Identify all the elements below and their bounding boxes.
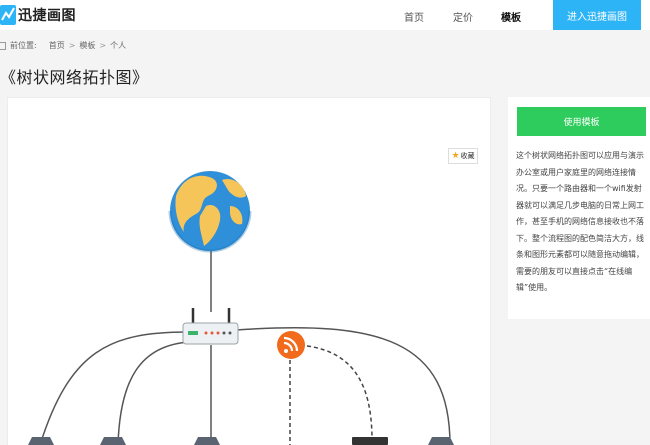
router-link-2 bbox=[117, 341, 191, 445]
wifi-link-2 bbox=[306, 345, 373, 441]
computer-icon bbox=[100, 437, 126, 445]
template-description: 这个树状网络拓扑图可以应用与演示办公室或用户家庭里的网络连接情况。只要一个路由器… bbox=[516, 151, 644, 292]
router-icon bbox=[182, 308, 239, 345]
computer-icon bbox=[194, 437, 220, 445]
use-template-button[interactable]: 使用模板 bbox=[517, 107, 646, 136]
star-icon: ★ bbox=[451, 150, 460, 161]
favorite-button[interactable]: ★ 收藏 bbox=[448, 148, 478, 164]
wifi-rss-icon bbox=[277, 331, 305, 359]
computer-icon bbox=[28, 437, 54, 445]
globe-icon bbox=[168, 171, 252, 253]
laptop-icon bbox=[352, 437, 388, 445]
computer-icon bbox=[428, 437, 454, 445]
router-link-1 bbox=[39, 331, 189, 445]
router-link-4 bbox=[235, 327, 451, 445]
favorite-label: 收藏 bbox=[460, 152, 475, 160]
